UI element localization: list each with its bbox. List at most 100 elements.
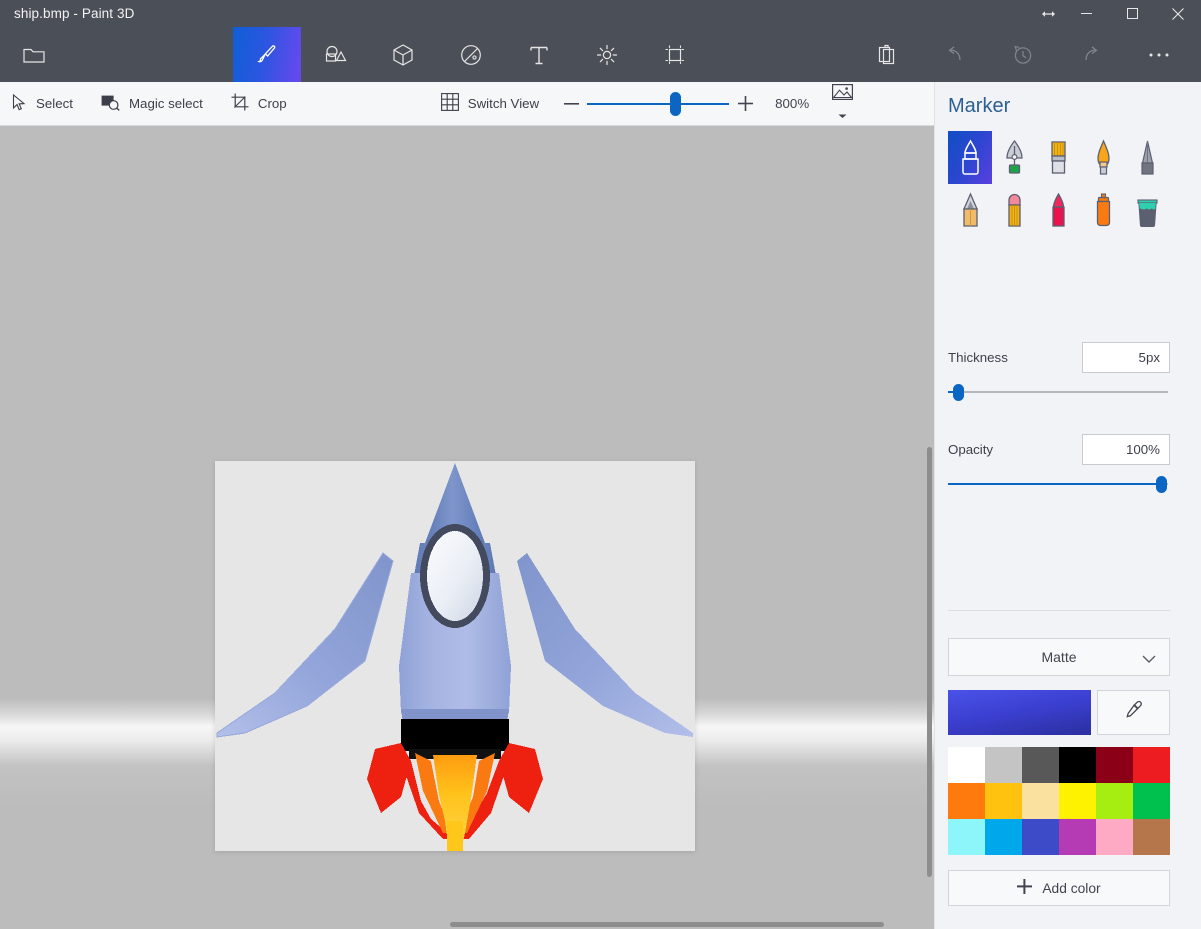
menu-folder-icon[interactable] (0, 27, 68, 82)
zoom-in-button[interactable] (729, 82, 761, 126)
panel-divider (948, 610, 1170, 611)
zoom-slider[interactable] (587, 82, 729, 126)
tool-pencil[interactable] (948, 184, 992, 237)
ribbon-tab-canvas[interactable] (641, 27, 709, 82)
color-swatch[interactable] (948, 783, 985, 819)
close-button[interactable] (1155, 0, 1201, 27)
color-swatch[interactable] (1096, 819, 1133, 855)
crop-label: Crop (258, 96, 287, 111)
horizontal-scrollbar[interactable] (0, 920, 934, 929)
current-color-swatch[interactable] (948, 690, 1091, 735)
material-value: Matte (1041, 649, 1076, 665)
tool-fill[interactable] (1126, 184, 1170, 237)
color-swatch[interactable] (1096, 783, 1133, 819)
magic-select-button[interactable]: Magic select (87, 82, 217, 126)
thickness-row: Thickness 5px (948, 340, 1170, 374)
color-swatch[interactable] (985, 819, 1022, 855)
history-icon[interactable] (989, 27, 1057, 82)
cursor-icon (12, 94, 27, 114)
color-swatch[interactable] (1022, 747, 1059, 783)
current-color-row (948, 690, 1170, 735)
color-swatch[interactable] (1022, 783, 1059, 819)
add-color-label: Add color (1042, 881, 1100, 896)
horizontal-scrollbar-thumb[interactable] (450, 922, 884, 927)
canvas-workspace[interactable] (0, 126, 934, 929)
resize-grip-icon[interactable] (1033, 0, 1063, 27)
chevron-down-icon (838, 106, 847, 124)
switch-view-button[interactable]: Switch View (427, 82, 553, 126)
title-bar: ship.bmp - Paint 3D (0, 0, 1201, 27)
crop-button[interactable]: Crop (217, 82, 301, 126)
vertical-scrollbar[interactable] (925, 252, 934, 929)
clipboard-icon[interactable] (853, 27, 921, 82)
panel-title: Marker (948, 95, 1010, 118)
image-icon (832, 84, 853, 105)
rocket-ship-artwork (215, 461, 695, 851)
magic-select-icon (101, 94, 120, 114)
vertical-scrollbar-thumb[interactable] (927, 447, 932, 877)
tool-options-panel: Marker (934, 82, 1201, 929)
thickness-slider[interactable] (948, 383, 1168, 401)
minimize-button[interactable] (1063, 0, 1109, 27)
color-swatch[interactable] (1133, 747, 1170, 783)
ribbon-tab-effects[interactable] (573, 27, 641, 82)
drawing-canvas[interactable] (215, 461, 695, 851)
ribbon-tab-stickers[interactable] (437, 27, 505, 82)
color-swatch[interactable] (985, 783, 1022, 819)
color-swatch[interactable] (985, 747, 1022, 783)
thickness-slider-thumb[interactable] (953, 384, 964, 401)
tool-marker[interactable] (948, 131, 992, 184)
color-swatch[interactable] (1133, 783, 1170, 819)
tool-eraser[interactable] (992, 184, 1036, 237)
add-color-button[interactable]: Add color (948, 870, 1170, 906)
eyedropper-button[interactable] (1097, 690, 1170, 735)
more-options-icon[interactable] (1125, 27, 1193, 82)
eyedropper-icon (1124, 700, 1144, 725)
color-swatch[interactable] (1022, 819, 1059, 855)
switch-view-label: Switch View (468, 96, 539, 111)
opacity-slider-fill (948, 483, 1161, 485)
opacity-slider-thumb[interactable] (1156, 476, 1167, 493)
color-swatch[interactable] (1133, 819, 1170, 855)
tool-oil-brush[interactable] (1037, 131, 1081, 184)
tool-spray-can[interactable] (1081, 184, 1125, 237)
undo-icon[interactable] (921, 27, 989, 82)
color-swatch[interactable] (1059, 819, 1096, 855)
ribbon-tab-text[interactable] (505, 27, 573, 82)
select-button[interactable]: Select (0, 82, 87, 126)
top-ribbon (0, 27, 1201, 82)
opacity-row: Opacity 100% (948, 432, 1170, 466)
opacity-label: Opacity (948, 442, 993, 457)
color-swatch[interactable] (948, 819, 985, 855)
color-swatch[interactable] (1096, 747, 1133, 783)
color-swatch[interactable] (948, 747, 985, 783)
zoom-out-button[interactable] (555, 82, 587, 126)
thickness-value[interactable]: 5px (1082, 342, 1170, 373)
color-swatch[interactable] (1059, 747, 1096, 783)
select-label: Select (36, 96, 73, 111)
thickness-label: Thickness (948, 350, 1008, 365)
zoom-slider-thumb[interactable] (670, 92, 681, 116)
fit-to-view-button[interactable] (823, 82, 861, 126)
material-dropdown[interactable]: Matte (948, 638, 1170, 676)
maximize-button[interactable] (1109, 0, 1155, 27)
zoom-slider-track (587, 103, 729, 105)
ribbon-tab-2d-shapes[interactable] (301, 27, 369, 82)
redo-icon[interactable] (1057, 27, 1125, 82)
opacity-value[interactable]: 100% (1082, 434, 1170, 465)
chevron-down-icon (1142, 651, 1156, 667)
tool-pixel-pen[interactable] (1126, 131, 1170, 184)
ribbon-tab-3d-shapes[interactable] (369, 27, 437, 82)
plus-icon (1017, 879, 1032, 897)
ribbon-tab-art-tools[interactable] (233, 27, 301, 82)
opacity-slider[interactable] (948, 475, 1168, 493)
tool-calligraphy-pen[interactable] (992, 131, 1036, 184)
tool-watercolor[interactable] (1081, 131, 1125, 184)
window-controls (1033, 0, 1201, 27)
crop-icon (231, 93, 249, 114)
tool-crayon[interactable] (1037, 184, 1081, 237)
color-swatch[interactable] (1059, 783, 1096, 819)
zoom-level-label: 800% (761, 96, 823, 111)
grid-icon (441, 93, 459, 114)
brush-tool-grid (948, 131, 1170, 237)
